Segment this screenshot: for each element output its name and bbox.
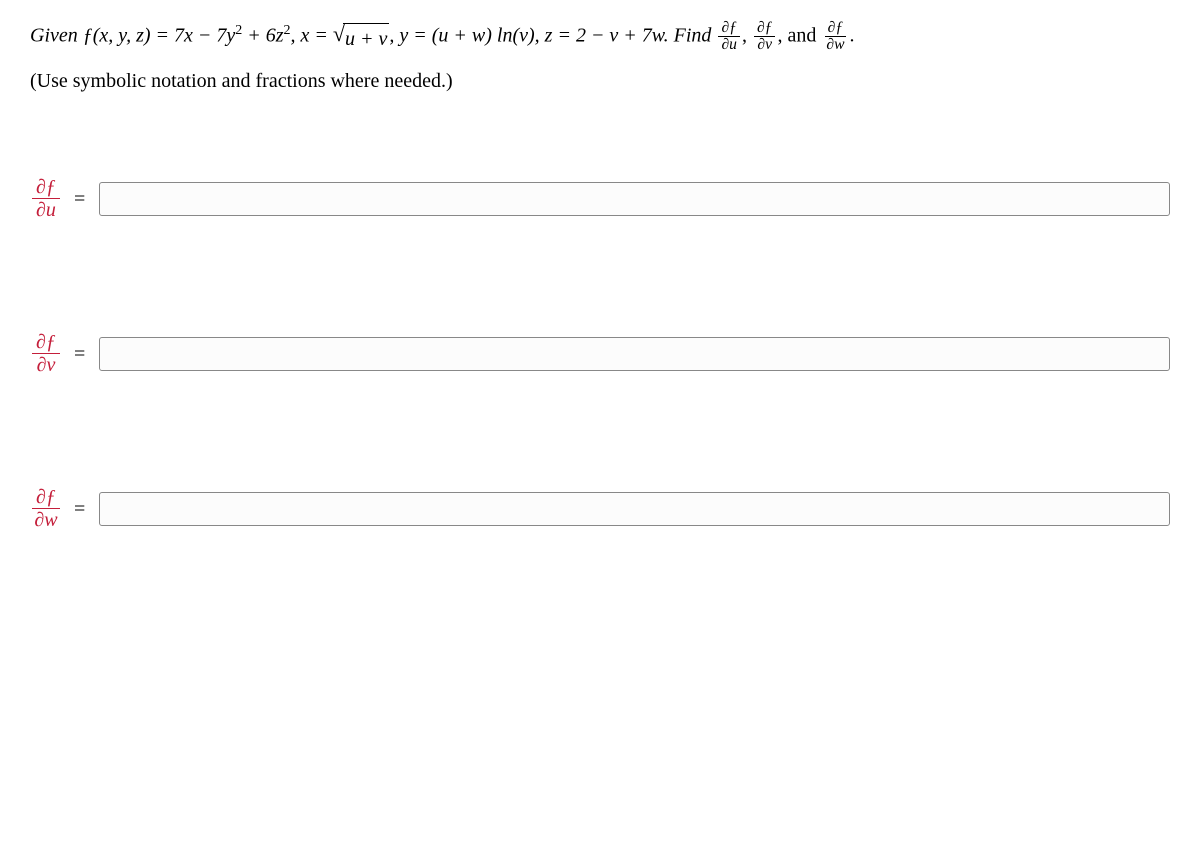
input-dfdv[interactable] — [99, 337, 1170, 371]
label-dfdw: ∂ƒ ∂w — [30, 486, 62, 531]
answer-row-dfdw: ∂ƒ ∂w = — [30, 486, 1170, 531]
equals-sign: = — [74, 494, 85, 524]
label-dfdw-num: ∂ƒ — [32, 486, 60, 509]
sep2: , and — [777, 24, 821, 46]
sep1: , — [742, 24, 752, 46]
label-dfdu: ∂ƒ ∂u — [30, 176, 62, 221]
sqrt-arg: u + v — [343, 23, 389, 54]
answer-row-dfdu: ∂ƒ ∂u = — [30, 176, 1170, 221]
problem-statement: Given ƒ(x, y, z) = 7x − 7y2 + 6z2, x = √… — [30, 20, 1170, 54]
frac-dfdu: ∂ƒ∂u — [718, 20, 740, 54]
equals-sign: = — [74, 339, 85, 369]
label-dfdv-num: ∂ƒ — [32, 331, 60, 354]
problem-text-3: , x = — [291, 24, 333, 46]
label-dfdv: ∂ƒ ∂v — [30, 331, 62, 376]
z-exponent: 2 — [284, 23, 291, 38]
answer-row-dfdv: ∂ƒ ∂v = — [30, 331, 1170, 376]
label-dfdw-den: ∂w — [30, 509, 61, 531]
period: . — [849, 24, 854, 46]
label-dfdu-num: ∂ƒ — [32, 176, 60, 199]
problem-hint: (Use symbolic notation and fractions whe… — [30, 66, 1170, 96]
input-dfdw[interactable] — [99, 492, 1170, 526]
label-dfdv-den: ∂v — [33, 354, 60, 376]
frac-dfdv: ∂ƒ∂v — [754, 20, 776, 54]
problem-text-1: Given ƒ(x, y, z) = 7x − 7y — [30, 24, 235, 46]
problem-text-2: + 6z — [242, 24, 283, 46]
frac-dfdw: ∂ƒ∂w — [823, 20, 847, 54]
label-dfdu-den: ∂u — [32, 199, 60, 221]
equals-sign: = — [74, 184, 85, 214]
problem-text-4: , y = (u + w) ln(v), z = 2 − v + 7w. Fin… — [389, 24, 716, 46]
sqrt-expression: √u + v — [333, 23, 389, 54]
input-dfdu[interactable] — [99, 182, 1170, 216]
